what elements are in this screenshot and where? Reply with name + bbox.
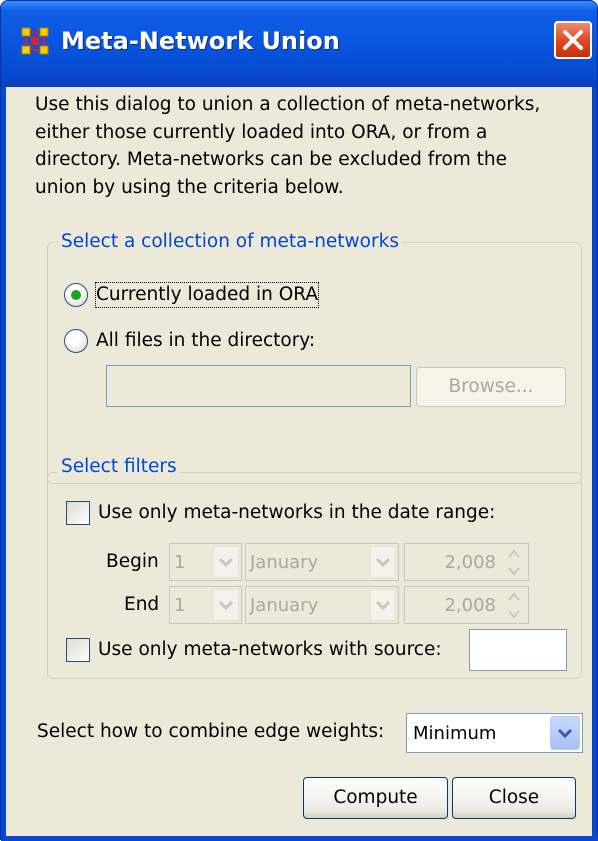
spinner-down-icon[interactable] — [502, 606, 526, 622]
spinner-up-icon[interactable] — [502, 589, 526, 605]
chevron-down-icon — [213, 546, 239, 578]
chevron-down-icon — [213, 589, 239, 621]
label-date-range[interactable]: Use only meta-networks in the date range… — [98, 501, 495, 525]
label-all-files[interactable]: All files in the directory: — [96, 329, 315, 353]
combine-weights-select[interactable]: Minimum — [406, 713, 583, 753]
radio-selected-dot — [71, 290, 81, 300]
end-year-value: 2,008 — [444, 595, 496, 616]
dialog-body: Use this dialog to union a collection of… — [6, 87, 592, 836]
close-window-button[interactable] — [554, 21, 592, 59]
close-icon — [563, 30, 583, 50]
intro-line: directory. Meta-networks can be excluded… — [35, 149, 508, 170]
checkbox-source[interactable] — [66, 638, 90, 662]
end-month-value: January — [250, 595, 319, 616]
filters-legend: Select filters — [58, 455, 180, 479]
begin-month-value: January — [250, 552, 319, 573]
label-source[interactable]: Use only meta-networks with source: — [98, 638, 442, 662]
radio-all-files[interactable] — [64, 329, 88, 353]
radio-currently-loaded[interactable] — [64, 283, 88, 307]
window-title: Meta-Network Union — [61, 27, 340, 55]
end-month-select[interactable]: January — [245, 586, 399, 624]
window-bottom-border — [1, 836, 598, 841]
chevron-down-icon — [370, 589, 396, 621]
begin-day-select[interactable]: 1 — [169, 543, 242, 581]
begin-year-spinner[interactable]: 2,008 — [404, 543, 529, 581]
label-begin: Begin — [106, 551, 159, 572]
chevron-down-icon — [370, 546, 396, 578]
label-end: End — [124, 594, 160, 615]
end-day-select[interactable]: 1 — [169, 586, 242, 624]
intro-line: either those currently loaded into ORA, … — [35, 121, 488, 143]
begin-month-select[interactable]: January — [245, 543, 399, 581]
spinner-down-icon[interactable] — [502, 563, 526, 579]
intro-text: Use this dialog to union a collection of… — [35, 91, 575, 201]
spinner-up-icon[interactable] — [502, 546, 526, 562]
close-button[interactable]: Close — [452, 777, 576, 819]
checkbox-date-range[interactable] — [66, 501, 90, 525]
intro-line: Use this dialog to union a collection of… — [35, 94, 541, 115]
collection-legend: Select a collection of meta-networks — [58, 230, 402, 254]
compute-button[interactable]: Compute — [303, 777, 448, 819]
collection-group — [47, 242, 582, 484]
title-bar[interactable]: Meta-Network Union — [1, 1, 597, 87]
label-currently-loaded[interactable]: Currently loaded in ORA — [94, 282, 320, 308]
source-field[interactable] — [469, 629, 567, 671]
intro-line: union by using the criteria below. — [35, 176, 344, 198]
chevron-down-icon — [550, 716, 580, 750]
network-icon — [21, 27, 49, 55]
end-day-value: 1 — [174, 595, 186, 616]
begin-day-value: 1 — [174, 552, 186, 573]
directory-field[interactable] — [106, 365, 411, 407]
dialog-window: Meta-Network Union Use this dialog to un… — [0, 0, 598, 841]
end-year-spinner[interactable]: 2,008 — [404, 586, 529, 624]
combine-weights-value: Minimum — [413, 723, 497, 744]
browse-button[interactable]: Browse... — [416, 367, 566, 407]
begin-year-value: 2,008 — [444, 552, 496, 573]
label-combine-weights: Select how to combine edge weights: — [37, 721, 385, 742]
